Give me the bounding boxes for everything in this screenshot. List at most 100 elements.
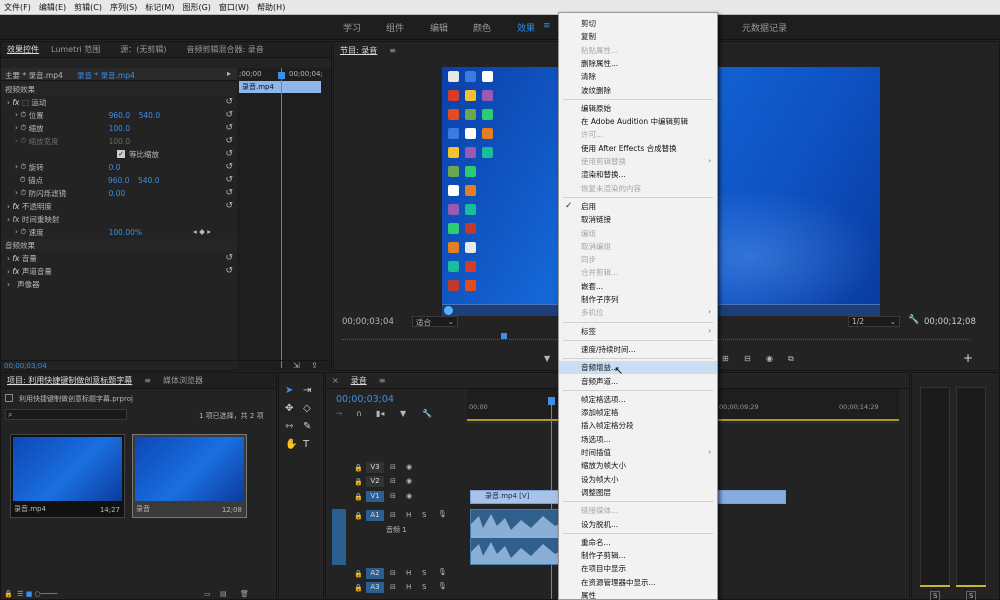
project-item[interactable]: 录音.mp4 14;27	[10, 434, 125, 518]
sync-lock-icon[interactable]: ⊟	[390, 477, 396, 485]
context-menu-item[interactable]: 设为脱机...	[559, 518, 717, 531]
menu-lines-icon[interactable]: ≡	[543, 21, 551, 31]
razor-tool-icon[interactable]: ◇	[303, 403, 311, 414]
lock-icon[interactable]: 🔒	[354, 493, 363, 501]
menu-item[interactable]: 剪辑(C)	[70, 2, 106, 13]
effect-controls-timecode[interactable]: 00;00;03;04	[4, 362, 47, 370]
type-tool-icon[interactable]: T	[303, 439, 309, 450]
eye-icon[interactable]: ◉	[406, 477, 412, 485]
solo-button[interactable]: S	[422, 511, 426, 519]
compare-icon[interactable]: ⧉	[788, 354, 794, 364]
tab-media-browser[interactable]: 媒体浏览器	[157, 375, 209, 386]
uniform-scale-row[interactable]: ✓ 等比缩放 ↺	[1, 148, 237, 160]
add-button-icon[interactable]: +	[963, 351, 973, 365]
microphone-icon[interactable]: 🎙	[438, 510, 447, 518]
context-menu-item[interactable]: 缩放为帧大小	[559, 459, 717, 472]
track-label[interactable]: A3	[366, 582, 384, 593]
context-menu-item[interactable]: 复制	[559, 30, 717, 43]
motion-effect-row[interactable]: › fx ⬚ 运动 ↺	[1, 96, 237, 108]
context-menu-item[interactable]: 设为帧大小	[559, 473, 717, 486]
solo-right-button[interactable]: S	[966, 591, 977, 600]
anti-flicker-row[interactable]: › ⏱ 防闪烁滤镜 0.00 ↺	[1, 187, 237, 199]
lock-icon[interactable]: 🔒	[354, 464, 363, 472]
context-menu-item[interactable]: 帧定格选项...	[559, 393, 717, 406]
context-menu-item[interactable]: 使用 After Effects 合成替换	[559, 142, 717, 155]
new-item-icon[interactable]: ▤	[220, 590, 227, 598]
slip-tool-icon[interactable]: ⇿	[285, 421, 293, 432]
tab-lumetri-scopes[interactable]: Lumetri 范围	[45, 44, 106, 55]
workspace-tab-effects[interactable]: 效果	[517, 21, 535, 34]
mini-timeline-clip[interactable]: 录音.mp4	[239, 81, 321, 93]
scrub-bar-right[interactable]	[718, 339, 970, 344]
snap-icon[interactable]: ∩	[356, 409, 362, 418]
source-patch[interactable]	[332, 509, 346, 565]
rotation-value[interactable]: 0.0	[109, 163, 121, 172]
track-select-tool-icon[interactable]: ⇥	[303, 385, 311, 396]
microphone-icon[interactable]: 🎙	[438, 582, 447, 590]
add-marker-icon[interactable]: ▼	[400, 409, 406, 418]
scale-row[interactable]: › ⏱ 缩放 100.0 ↺	[1, 122, 237, 134]
sync-lock-icon[interactable]: ⊟	[390, 569, 396, 577]
track-header-a2[interactable]: 🔒 A2 ⊟ H S 🎙	[326, 567, 466, 581]
workspace-tab-edit[interactable]: 编辑	[430, 21, 448, 34]
context-menu-item[interactable]: 音频增益...	[559, 361, 717, 375]
tab-project[interactable]: 项目: 利用快捷键制做创意标题字幕	[1, 375, 138, 386]
sync-lock-icon[interactable]: ⊟	[390, 463, 396, 471]
marker-icon[interactable]: ▼	[544, 354, 550, 363]
source-patch[interactable]	[332, 567, 346, 581]
context-menu-item[interactable]: 插入帧定格分段	[559, 419, 717, 432]
context-menu-item[interactable]: 制作子剪辑...	[559, 549, 717, 562]
playhead-handle[interactable]	[501, 333, 507, 339]
program-timecode[interactable]: 00;00;03;04	[342, 317, 394, 327]
source-patch[interactable]	[332, 475, 346, 489]
microphone-icon[interactable]: 🎙	[438, 568, 447, 576]
context-menu-item[interactable]: 编辑原始	[559, 102, 717, 115]
track-label[interactable]: V1	[366, 491, 384, 502]
source-patch[interactable]	[332, 461, 346, 475]
trash-icon[interactable]: 🗑	[240, 590, 249, 598]
context-menu-item[interactable]: 重命名...	[559, 536, 717, 549]
context-menu-item[interactable]: 速度/持续时间...	[559, 343, 717, 356]
menu-item[interactable]: 文件(F)	[0, 2, 35, 13]
workspace-tab-assembly[interactable]: 组件	[386, 21, 404, 34]
context-menu-item[interactable]: 属性	[559, 589, 717, 600]
program-monitor-title[interactable]: 节目: 录音	[334, 45, 383, 56]
context-menu-item[interactable]: 制作子序列	[559, 293, 717, 306]
context-menu-item[interactable]: 标签 ›	[559, 325, 717, 338]
menu-item[interactable]: 序列(S)	[106, 2, 141, 13]
channel-volume-row[interactable]: › fx 声道音量 ↺	[1, 265, 237, 277]
eye-icon[interactable]: ◉	[406, 463, 412, 471]
tab-source[interactable]: 源：(无剪辑)	[114, 44, 172, 55]
checkbox-checked-icon[interactable]: ✓	[117, 150, 125, 158]
tab-audio-clip-mixer[interactable]: 音频剪辑混合器: 录音	[181, 44, 270, 55]
track-header-a3[interactable]: 🔒 A3 ⊟ H S 🎙	[326, 581, 466, 595]
anchor-row[interactable]: ⏱ 锚点 960.0 540.0 ↺	[1, 174, 237, 186]
sync-lock-icon[interactable]: ⊟	[390, 492, 396, 500]
track-label[interactable]: A2	[366, 568, 384, 579]
mute-button[interactable]: H	[406, 569, 411, 577]
context-menu-item[interactable]: 音频声道...	[559, 375, 717, 388]
track-header-v1[interactable]: 🔒 V1 ⊟ ◉	[326, 490, 466, 504]
scale-value[interactable]: 100.0	[109, 124, 130, 133]
context-menu-item[interactable]: 在 Adobe Audition 中编辑剪辑	[559, 115, 717, 128]
master-clip-label[interactable]: 主要 * 录音.mp4	[5, 70, 63, 81]
project-item[interactable]: 录音 12;08	[132, 434, 247, 518]
mute-button[interactable]: H	[406, 511, 411, 519]
tab-effect-controls[interactable]: 效果控件	[1, 44, 45, 55]
eye-icon[interactable]: ◉	[406, 492, 412, 500]
sync-lock-icon[interactable]: ⊟	[390, 583, 396, 591]
filter-icon[interactable]: ⇲	[293, 361, 300, 370]
timeline-timecode[interactable]: 00;00;03;04	[336, 394, 394, 405]
lock-icon[interactable]: 🔒	[4, 590, 13, 598]
volume-effect-row[interactable]: › fx 音量 ↺	[1, 252, 237, 264]
extract-icon[interactable]: ⊟	[744, 354, 751, 363]
panel-menu-icon[interactable]: ≡	[383, 46, 402, 55]
context-menu-item[interactable]: 剪切	[559, 17, 717, 30]
position-x-value[interactable]: 960.0	[109, 111, 139, 120]
rotation-row[interactable]: › ⏱ 旋转 0.0 ↺	[1, 161, 237, 173]
time-remap-row[interactable]: › fx 时间重映射	[1, 213, 237, 225]
selection-tool-icon[interactable]: ➤	[285, 385, 293, 396]
track-header-a1[interactable]: 🔒 A1 ⊟ H S 🎙	[326, 509, 466, 565]
context-menu-item[interactable]: 启用 ✓	[559, 200, 717, 213]
opacity-effect-row[interactable]: › fx 不透明度 ↺	[1, 200, 237, 212]
